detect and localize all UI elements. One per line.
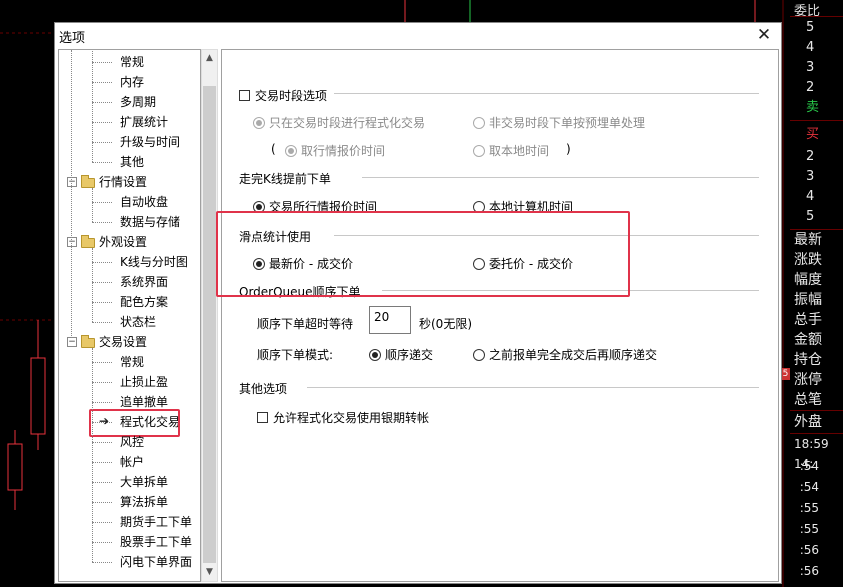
tree-item-23[interactable]: 期货手工下单	[120, 512, 192, 532]
collapse-icon[interactable]: −	[67, 177, 77, 187]
quote-label: 总手	[794, 312, 822, 328]
quote-label: 持仓	[794, 352, 822, 368]
buy-label: 买	[806, 127, 820, 142]
tree-item-12[interactable]: 配色方案	[120, 292, 168, 312]
tree-item-21[interactable]: 大单拆单	[120, 472, 168, 492]
tree-item-13[interactable]: 状态栏	[120, 312, 156, 332]
non-session-radio[interactable]	[473, 117, 485, 129]
sequential-radio[interactable]	[369, 349, 381, 361]
after-complete-radio[interactable]	[473, 349, 485, 361]
quote-label: 金额	[794, 332, 822, 348]
tree-item-3[interactable]: 扩展统计	[120, 112, 168, 132]
paren-open: (	[271, 142, 276, 156]
tree-item-11[interactable]: 系统界面	[120, 272, 168, 292]
dialog-titlebar[interactable]: 选项 ✕	[55, 23, 781, 48]
scroll-down-icon[interactable]: ▼	[202, 564, 217, 581]
bank-transfer-checkbox[interactable]	[257, 412, 268, 423]
commission-ratio-label: 委比	[794, 4, 821, 19]
folder-icon	[81, 335, 95, 348]
session-checkbox-label: 交易时段选项	[255, 89, 328, 103]
tick-time: :55	[799, 501, 819, 515]
scroll-up-icon[interactable]: ▲	[202, 50, 217, 67]
collapse-icon[interactable]: −	[67, 337, 77, 347]
quote-label: 涨跌	[794, 252, 822, 268]
other-group-title: 其他选项	[239, 382, 288, 396]
tick-time: :55	[799, 522, 819, 536]
tree-item-16[interactable]: 止损止盈	[120, 372, 168, 392]
tick-time: :54	[799, 459, 819, 473]
tree-item-15[interactable]: 常规	[120, 352, 144, 372]
tree-item-0[interactable]: 常规	[120, 52, 144, 72]
after-complete-label: 之前报单完全成交后再顺序递交	[489, 348, 658, 362]
non-session-label: 非交易时段下单按预埋单处理	[489, 116, 646, 130]
quote-label: 总笔	[794, 392, 822, 408]
tree-group-14[interactable]: 交易设置	[99, 332, 147, 352]
tree-item-22[interactable]: 算法拆单	[120, 492, 168, 512]
sell-level: 2	[806, 80, 815, 95]
in-session-radio[interactable]	[253, 117, 265, 129]
quote-label: 幅度	[794, 272, 822, 288]
buy-level: 4	[806, 189, 815, 204]
bank-transfer-label: 允许程式化交易使用银期转帐	[273, 411, 430, 425]
tree-item-20[interactable]: 帐户	[120, 452, 144, 472]
timeout-unit: 秒(0无限)	[419, 317, 472, 331]
settings-tree[interactable]: 常规 内存 多周期 扩展统计 升级与时间 其他 − 行情设置 自动收盘 数据与存储 − 外观设置 K线与…	[58, 49, 201, 582]
settings-panel: 交易时段选项 只在交易时段进行程式化交易 非交易时段下单按预埋单处理 ( 取行情…	[216, 49, 779, 582]
tree-group-9[interactable]: 外观设置	[99, 232, 147, 252]
marker-badge: 5	[781, 368, 790, 380]
collapse-icon[interactable]: −	[67, 237, 77, 247]
tick-time: :56	[799, 564, 819, 578]
close-icon[interactable]: ✕	[753, 24, 775, 46]
tree-item-1[interactable]: 内存	[120, 72, 144, 92]
tree-item-4[interactable]: 升级与时间	[120, 132, 180, 152]
tree-item-25[interactable]: 闪电下单界面	[120, 552, 192, 572]
highlight-box	[216, 211, 630, 297]
sell-label: 卖	[806, 100, 820, 115]
sell-level: 4	[806, 40, 815, 55]
tree-item-5[interactable]: 其他	[120, 152, 144, 172]
tree-item-10[interactable]: K线与分时图	[120, 252, 188, 272]
buy-level: 3	[806, 169, 815, 184]
tick-time: :56	[799, 543, 819, 557]
session-checkbox[interactable]	[239, 90, 250, 101]
folder-icon	[81, 175, 95, 188]
tree-item-2[interactable]: 多周期	[120, 92, 156, 112]
tree-group-6[interactable]: 行情设置	[99, 172, 147, 192]
local-time-radio[interactable]	[473, 145, 485, 157]
kline-group-title: 走完K线提前下单	[239, 172, 331, 186]
mode-label: 顺序下单模式:	[257, 348, 334, 362]
quote-time-radio[interactable]	[285, 145, 297, 157]
timeout-label: 顺序下单超时等待	[257, 317, 354, 331]
tree-item-8[interactable]: 数据与存储	[120, 212, 180, 232]
tree-item-19[interactable]: 风控	[120, 432, 144, 452]
tree-scrollbar[interactable]: ▲ ▼	[201, 49, 218, 582]
in-session-label: 只在交易时段进行程式化交易	[269, 116, 426, 130]
tree-item-24[interactable]: 股票手工下单	[120, 532, 192, 552]
options-dialog: 选项 ✕ 常规 内存 多周期 扩展统计 升级与时间 其他 − 行情设置 自动收盘 数据与存储 − 外观…	[54, 22, 782, 584]
tick-time: :54	[799, 480, 819, 494]
tree-item-7[interactable]: 自动收盘	[120, 192, 168, 212]
dialog-title: 选项	[59, 31, 86, 46]
scroll-thumb[interactable]	[203, 86, 216, 563]
sell-level: 5	[806, 20, 815, 35]
buy-level: 2	[806, 149, 815, 164]
quote-panel: 委比 5 4 3 2 卖 买 2 3 4 5 最新 涨跌 幅度 振幅 总手 金额…	[790, 0, 843, 587]
buy-level: 5	[806, 209, 815, 224]
sequential-label: 顺序递交	[385, 348, 434, 362]
outer-volume-label: 外盘	[794, 414, 822, 430]
folder-icon	[81, 235, 95, 248]
time-header: 18:59 14:	[794, 437, 829, 471]
paren-close: )	[566, 142, 571, 156]
quote-label: 涨停	[794, 372, 822, 388]
quote-label: 最新	[794, 232, 822, 248]
sell-level: 3	[806, 60, 815, 75]
local-time-label: 取本地时间	[489, 144, 550, 158]
quote-time-label: 取行情报价时间	[301, 144, 386, 158]
quote-label: 振幅	[794, 292, 822, 308]
timeout-input[interactable]: 20	[369, 306, 411, 334]
